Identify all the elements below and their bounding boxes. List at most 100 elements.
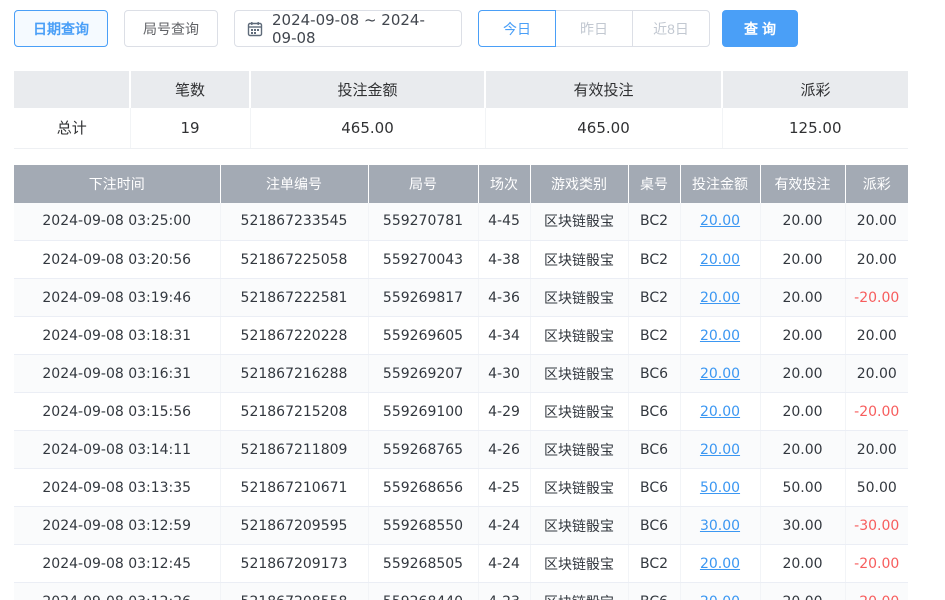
date-query-button[interactable]: 日期查询 [14,10,108,47]
summary-count-value: 19 [130,108,250,148]
last-8-days-button[interactable]: 近8日 [632,10,710,47]
cell-game-type: 区块链骰宝 [530,241,628,279]
cell-payout: 50.00 [845,469,908,507]
cell-bet-amount: 20.00 [680,355,760,393]
cell-order-no: 521867211809 [220,431,368,469]
cell-bet-amount: 20.00 [680,431,760,469]
cell-order-no: 521867222581 [220,279,368,317]
summary-header-valid-bet: 有效投注 [485,71,722,108]
summary-table: 笔数 投注金额 有效投注 派彩 总计 19 465.00 465.00 125.… [14,71,908,149]
calendar-icon [247,21,263,37]
cell-order-no: 521867225058 [220,241,368,279]
cell-bet-amount: 30.00 [680,507,760,545]
bet-amount-link[interactable]: 30.00 [700,518,740,534]
cell-bet-time: 2024-09-08 03:13:35 [14,469,220,507]
cell-valid-bet: 50.00 [760,469,845,507]
cell-bet-amount: 20.00 [680,393,760,431]
cell-payout: 20.00 [845,431,908,469]
cell-round-no: 559270043 [368,241,478,279]
cell-session: 4-45 [478,203,530,241]
cell-table-no: BC2 [628,317,680,355]
bet-amount-link[interactable]: 20.00 [700,404,740,420]
table-row: 2024-09-08 03:19:46521867222581559269817… [14,279,908,317]
bet-amount-link[interactable]: 20.00 [700,213,740,229]
records-body: 2024-09-08 03:25:00521867233545559270781… [14,203,908,600]
cell-bet-time: 2024-09-08 03:12:26 [14,583,220,600]
cell-payout: -30.00 [845,507,908,545]
bet-amount-link[interactable]: 20.00 [700,366,740,382]
cell-order-no: 521867233545 [220,203,368,241]
summary-total-label: 总计 [14,108,130,148]
bet-amount-link[interactable]: 20.00 [700,252,740,268]
round-query-button[interactable]: 局号查询 [124,10,218,47]
cell-payout: -20.00 [845,279,908,317]
cell-session: 4-29 [478,393,530,431]
cell-round-no: 559269100 [368,393,478,431]
cell-order-no: 521867220228 [220,317,368,355]
header-round-no: 局号 [368,165,478,203]
cell-table-no: BC6 [628,583,680,600]
bet-amount-link[interactable]: 20.00 [700,594,740,600]
bet-amount-link[interactable]: 20.00 [700,290,740,306]
cell-payout: 20.00 [845,317,908,355]
header-valid-bet: 有效投注 [760,165,845,203]
cell-bet-amount: 50.00 [680,469,760,507]
cell-session: 4-25 [478,469,530,507]
records-header-row: 下注时间 注单编号 局号 场次 游戏类别 桌号 投注金额 有效投注 派彩 [14,165,908,203]
search-button[interactable]: 查询 [722,10,798,47]
cell-session: 4-30 [478,355,530,393]
today-button[interactable]: 今日 [478,10,556,47]
cell-table-no: BC2 [628,545,680,583]
cell-payout: -20.00 [845,545,908,583]
summary-total-row: 总计 19 465.00 465.00 125.00 [14,108,908,148]
table-row: 2024-09-08 03:13:35521867210671559268656… [14,469,908,507]
cell-game-type: 区块链骰宝 [530,469,628,507]
cell-game-type: 区块链骰宝 [530,583,628,600]
cell-valid-bet: 20.00 [760,241,845,279]
cell-table-no: BC6 [628,355,680,393]
cell-bet-amount: 20.00 [680,583,760,600]
cell-game-type: 区块链骰宝 [530,393,628,431]
cell-table-no: BC6 [628,507,680,545]
bet-amount-link[interactable]: 20.00 [700,442,740,458]
cell-round-no: 559269605 [368,317,478,355]
bet-amount-link[interactable]: 50.00 [700,480,740,496]
cell-table-no: BC2 [628,241,680,279]
date-range-input[interactable]: 2024-09-08 ~ 2024-09-08 [234,10,462,47]
cell-valid-bet: 20.00 [760,545,845,583]
cell-bet-time: 2024-09-08 03:14:11 [14,431,220,469]
summary-bet-amount-value: 465.00 [250,108,485,148]
cell-payout: -20.00 [845,583,908,600]
cell-round-no: 559268765 [368,431,478,469]
cell-table-no: BC6 [628,431,680,469]
bet-amount-link[interactable]: 20.00 [700,556,740,572]
cell-bet-time: 2024-09-08 03:25:00 [14,203,220,241]
cell-bet-time: 2024-09-08 03:18:31 [14,317,220,355]
cell-bet-amount: 20.00 [680,279,760,317]
summary-header-payout: 派彩 [722,71,908,108]
cell-session: 4-34 [478,317,530,355]
cell-round-no: 559268550 [368,507,478,545]
cell-valid-bet: 20.00 [760,393,845,431]
table-row: 2024-09-08 03:12:59521867209595559268550… [14,507,908,545]
cell-session: 4-23 [478,583,530,600]
bet-amount-link[interactable]: 20.00 [700,328,740,344]
cell-round-no: 559268656 [368,469,478,507]
cell-session: 4-38 [478,241,530,279]
cell-bet-amount: 20.00 [680,545,760,583]
cell-bet-time: 2024-09-08 03:15:56 [14,393,220,431]
cell-session: 4-24 [478,545,530,583]
table-row: 2024-09-08 03:14:11521867211809559268765… [14,431,908,469]
summary-payout-value: 125.00 [722,108,908,148]
cell-order-no: 521867216288 [220,355,368,393]
cell-order-no: 521867215208 [220,393,368,431]
table-row: 2024-09-08 03:20:56521867225058559270043… [14,241,908,279]
cell-game-type: 区块链骰宝 [530,507,628,545]
cell-game-type: 区块链骰宝 [530,431,628,469]
summary-header-blank [14,71,130,108]
cell-round-no: 559269207 [368,355,478,393]
yesterday-button[interactable]: 昨日 [555,10,633,47]
summary-header-bet-amount: 投注金额 [250,71,485,108]
cell-game-type: 区块链骰宝 [530,279,628,317]
cell-order-no: 521867210671 [220,469,368,507]
